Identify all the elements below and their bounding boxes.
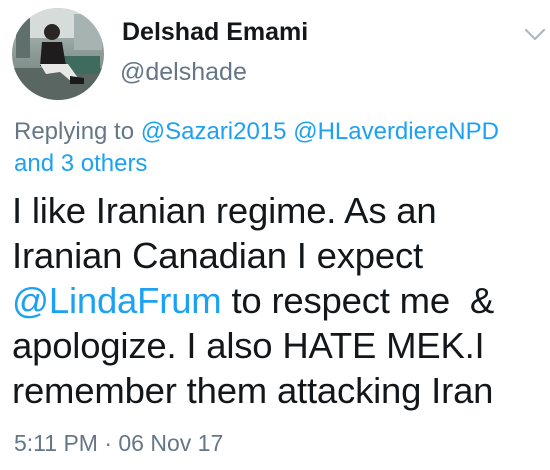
reply-context: Replying to @Sazari2015 @HLaverdiereNPD a… <box>14 116 544 180</box>
tweet-text-line: apologize. I also HATE MEK.I <box>12 325 485 366</box>
tweet-text-line: @LindaFrum to respect me & <box>12 278 546 323</box>
avatar-photo <box>12 8 104 100</box>
mention-lindafrum[interactable]: @LindaFrum <box>12 280 222 321</box>
tweet-text: I like Iranian regime. As an Iranian Can… <box>12 188 546 413</box>
tweet-timestamp[interactable]: 5:11 PM · 06 Nov 17 <box>14 430 223 457</box>
tweet-text-line: Iranian Canadian I expect <box>12 235 423 276</box>
tweet-text-line: remember them attacking Iran <box>12 370 494 411</box>
author-handle[interactable]: @delshade <box>120 58 247 87</box>
chevron-down-icon[interactable] <box>524 28 546 42</box>
avatar[interactable] <box>12 8 104 100</box>
reply-others-link[interactable]: and 3 others <box>14 150 147 177</box>
reply-prefix: Replying to <box>14 118 141 145</box>
author-display-name[interactable]: Delshad Emami <box>122 18 308 47</box>
reply-mention-hlaverdierenpd[interactable]: @HLaverdiereNPD <box>293 118 499 145</box>
tweet-text-fragment: to respect me & <box>221 280 495 321</box>
tweet-card: Delshad Emami @delshade Replying to @Saz… <box>0 0 550 470</box>
reply-mention-sazari2015[interactable]: @Sazari2015 <box>141 118 287 145</box>
tweet-text-line: I like Iranian regime. As an <box>12 190 437 231</box>
